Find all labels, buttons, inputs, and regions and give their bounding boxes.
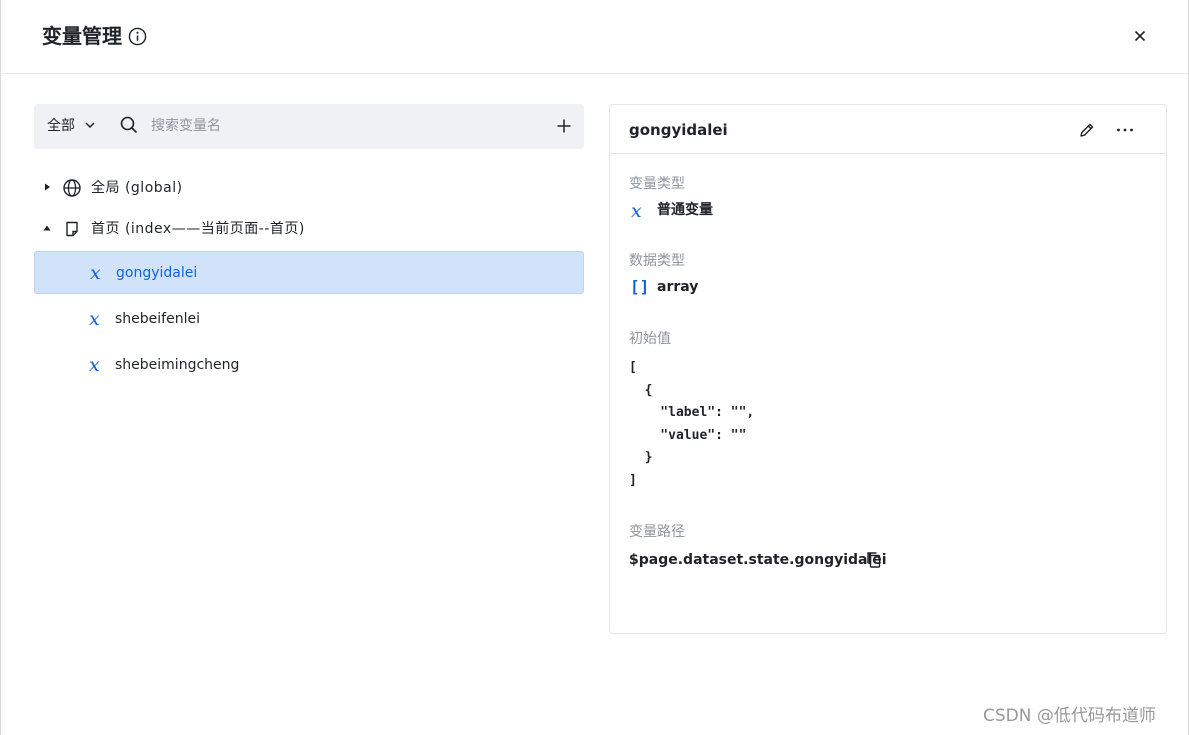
- variable-path-label: 变量路径: [629, 524, 685, 540]
- add-variable-icon[interactable]: [554, 116, 574, 136]
- variable-path-value: $page.dataset.state.gongyidalei: [629, 552, 887, 568]
- variable-toolbar: 全部: [34, 104, 584, 149]
- globe-icon: [63, 179, 81, 197]
- watermark: CSDN @低代码布道师: [983, 706, 1156, 726]
- variable-x-icon: x: [89, 354, 100, 376]
- variable-item-shebeimingcheng[interactable]: x shebeimingcheng: [34, 344, 584, 387]
- variable-name: shebeimingcheng: [115, 357, 240, 373]
- page-icon: [66, 221, 78, 237]
- variable-x-icon: x: [631, 200, 642, 222]
- close-icon[interactable]: [1130, 26, 1150, 46]
- variable-item-gongyidalei[interactable]: x gongyidalei: [34, 251, 584, 294]
- edit-pencil-icon[interactable]: [1077, 120, 1097, 140]
- info-circle-icon[interactable]: [128, 27, 147, 46]
- variable-x-icon: x: [89, 308, 100, 330]
- variable-x-icon: x: [90, 262, 101, 284]
- data-type-label: 数据类型: [629, 253, 685, 269]
- variable-name: shebeifenlei: [115, 311, 200, 327]
- more-options-icon[interactable]: [1115, 120, 1135, 140]
- array-brackets-icon: []: [630, 277, 650, 296]
- caret-right-icon[interactable]: [42, 182, 52, 192]
- variable-type-label: 变量类型: [629, 176, 685, 192]
- tree-node-index-page[interactable]: 首页 (index——当前页面--首页): [34, 209, 584, 249]
- search-icon: [120, 116, 138, 134]
- data-type-value: array: [657, 279, 699, 295]
- tree-node-global[interactable]: 全局 (global): [34, 168, 584, 208]
- initial-value-label: 初始值: [629, 331, 671, 347]
- caret-down-icon[interactable]: [42, 223, 52, 233]
- dialog-title: 变量管理: [42, 24, 122, 48]
- variable-detail-panel: gongyidalei 变量类型 x 普通变量 数据类型 [] array 初始…: [609, 104, 1167, 634]
- variable-type-value: 普通变量: [657, 202, 713, 218]
- tree-node-label: 全局 (global): [91, 180, 183, 196]
- copy-icon[interactable]: [864, 550, 884, 570]
- search-input[interactable]: [151, 114, 531, 138]
- initial-value-code: [ { "label": "", "value": "" } ]: [629, 360, 755, 488]
- scope-filter-dropdown[interactable]: 全部: [47, 116, 75, 136]
- variable-manager-dialog: 变量管理 全部 搜索变量名 全局 (global) 首页 (index——当前页…: [0, 0, 1189, 735]
- tree-node-label: 首页 (index——当前页面--首页): [91, 221, 305, 237]
- detail-header: gongyidalei: [610, 105, 1166, 154]
- dialog-header: 变量管理: [1, 0, 1188, 74]
- variable-name: gongyidalei: [116, 265, 198, 281]
- detail-variable-name: gongyidalei: [629, 121, 728, 139]
- variable-item-shebeifenlei[interactable]: x shebeifenlei: [34, 298, 584, 341]
- chevron-down-icon[interactable]: [83, 118, 97, 132]
